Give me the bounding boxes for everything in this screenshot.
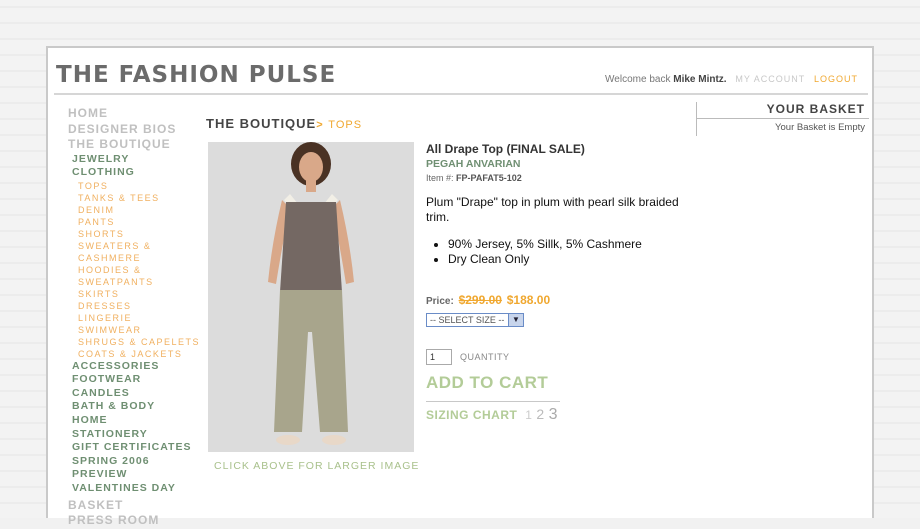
price-old: $299.00 bbox=[458, 293, 502, 307]
divider bbox=[426, 401, 560, 402]
feature-item: Dry Clean Only bbox=[448, 252, 696, 267]
page-container: THE FASHION PULSE Welcome back Mike Mint… bbox=[46, 46, 874, 527]
breadcrumb-current[interactable]: TOPS bbox=[328, 119, 362, 131]
nav-sub-tops[interactable]: TOPS bbox=[68, 180, 200, 192]
nav-sub-shrugs[interactable]: SHRUGS & CAPELETS bbox=[68, 336, 200, 348]
size-select-value: -- SELECT SIZE -- bbox=[430, 315, 505, 325]
nav-preview[interactable]: PREVIEW bbox=[68, 468, 200, 482]
sizing-chart: SIZING CHART 123 bbox=[426, 406, 696, 424]
nav-sub-hoodies[interactable]: HOODIES & bbox=[68, 264, 200, 276]
nav-sub-lingerie[interactable]: LINGERIE bbox=[68, 312, 200, 324]
basket-divider bbox=[697, 118, 869, 119]
price-row: Price: $299.00 $188.00 bbox=[426, 293, 696, 307]
model-illustration bbox=[208, 142, 414, 452]
nav-press-room[interactable]: PRESS ROOM bbox=[68, 513, 200, 529]
add-to-cart-button[interactable]: ADD TO CART bbox=[426, 373, 696, 393]
item-number: FP-PAFAT5-102 bbox=[456, 173, 522, 183]
nav-sub-pants[interactable]: PANTS bbox=[68, 216, 200, 228]
nav-sub-shorts[interactable]: SHORTS bbox=[68, 228, 200, 240]
quantity-row: 1 QUANTITY bbox=[426, 349, 696, 365]
product-features: 90% Jersey, 5% Sillk, 5% Cashmere Dry Cl… bbox=[426, 237, 696, 267]
nav-valentines-day[interactable]: VALENTINES DAY bbox=[68, 482, 200, 496]
basket-panel: YOUR BASKET Your Basket is Empty bbox=[696, 102, 869, 136]
nav-spring-2006[interactable]: SPRING 2006 bbox=[68, 455, 200, 469]
my-account-link[interactable]: MY ACCOUNT bbox=[735, 74, 805, 84]
nav-footwear[interactable]: FOOTWEAR bbox=[68, 373, 200, 387]
sizing-chart-1[interactable]: 1 bbox=[525, 408, 532, 422]
nav-sub-sweatpants[interactable]: SWEATPANTS bbox=[68, 276, 200, 288]
nav-sub-dresses[interactable]: DRESSES bbox=[68, 300, 200, 312]
nav-the-boutique[interactable]: THE BOUTIQUE bbox=[68, 137, 200, 153]
sizing-chart-3[interactable]: 3 bbox=[549, 406, 558, 423]
sizing-chart-2[interactable]: 2 bbox=[536, 406, 544, 422]
welcome-bar: Welcome back Mike Mintz. MY ACCOUNT LOGO… bbox=[605, 74, 858, 85]
nav-home-cat[interactable]: HOME bbox=[68, 414, 200, 428]
nav-sub-coats[interactable]: COATS & JACKETS bbox=[68, 348, 200, 360]
price-new: $188.00 bbox=[506, 293, 551, 307]
quantity-label: QUANTITY bbox=[460, 352, 510, 362]
nav-clothing[interactable]: CLOTHING bbox=[68, 166, 200, 180]
nav-sub-tanks-tees[interactable]: TANKS & TEES bbox=[68, 192, 200, 204]
user-name: Mike Mintz. bbox=[673, 74, 727, 85]
nav-stationery[interactable]: STATIONERY bbox=[68, 428, 200, 442]
side-nav: HOME DESIGNER BIOS THE BOUTIQUE JEWELRY … bbox=[68, 106, 200, 529]
nav-sub-swimwear[interactable]: SWIMWEAR bbox=[68, 324, 200, 336]
nav-sub-skirts[interactable]: SKIRTS bbox=[68, 288, 200, 300]
product-details: All Drape Top (FINAL SALE) PEGAH ANVARIA… bbox=[426, 142, 696, 424]
breadcrumb: THE BOUTIQUE> TOPS bbox=[206, 116, 362, 131]
nav-bath-body[interactable]: BATH & BODY bbox=[68, 400, 200, 414]
sizing-chart-label: SIZING CHART bbox=[426, 408, 518, 422]
item-label: Item #: bbox=[426, 173, 454, 183]
breadcrumb-section[interactable]: THE BOUTIQUE bbox=[206, 116, 316, 131]
header-divider bbox=[54, 93, 868, 95]
nav-home[interactable]: HOME bbox=[68, 106, 200, 122]
product-title: All Drape Top (FINAL SALE) bbox=[426, 142, 585, 156]
nav-basket[interactable]: BASKET bbox=[68, 498, 200, 514]
breadcrumb-separator: > bbox=[316, 119, 324, 131]
nav-sub-denim[interactable]: DENIM bbox=[68, 204, 200, 216]
size-select[interactable]: -- SELECT SIZE -- ▼ bbox=[426, 313, 524, 327]
nav-gift-certificates[interactable]: GIFT CERTIFICATES bbox=[68, 441, 200, 455]
quantity-input[interactable]: 1 bbox=[426, 349, 452, 365]
nav-accessories[interactable]: ACCESSORIES bbox=[68, 360, 200, 374]
product-photo[interactable] bbox=[208, 142, 414, 452]
product-description: Plum "Drape" top in plum with pearl silk… bbox=[426, 195, 679, 224]
feature-item: 90% Jersey, 5% Sillk, 5% Cashmere bbox=[448, 237, 696, 252]
welcome-text: Welcome back bbox=[605, 74, 671, 85]
nav-candles[interactable]: CANDLES bbox=[68, 387, 200, 401]
logout-link[interactable]: LOGOUT bbox=[814, 74, 858, 84]
price-label: Price: bbox=[426, 296, 454, 307]
chevron-down-icon[interactable]: ▼ bbox=[508, 314, 523, 326]
basket-title[interactable]: YOUR BASKET bbox=[767, 102, 865, 116]
nav-sub-sweaters[interactable]: SWEATERS & bbox=[68, 240, 200, 252]
nav-designer-bios[interactable]: DESIGNER BIOS bbox=[68, 122, 200, 138]
basket-status: Your Basket is Empty bbox=[775, 122, 865, 133]
nav-sub-cashmere[interactable]: CASHMERE bbox=[68, 252, 200, 264]
nav-jewelry[interactable]: JEWELRY bbox=[68, 153, 200, 167]
product-designer[interactable]: PEGAH ANVARIAN bbox=[426, 158, 696, 170]
site-logo[interactable]: THE FASHION PULSE bbox=[56, 62, 336, 88]
product-item-number: Item #: FP-PAFAT5-102 bbox=[426, 173, 696, 183]
photo-caption[interactable]: CLICK ABOVE FOR LARGER IMAGE bbox=[214, 460, 419, 472]
